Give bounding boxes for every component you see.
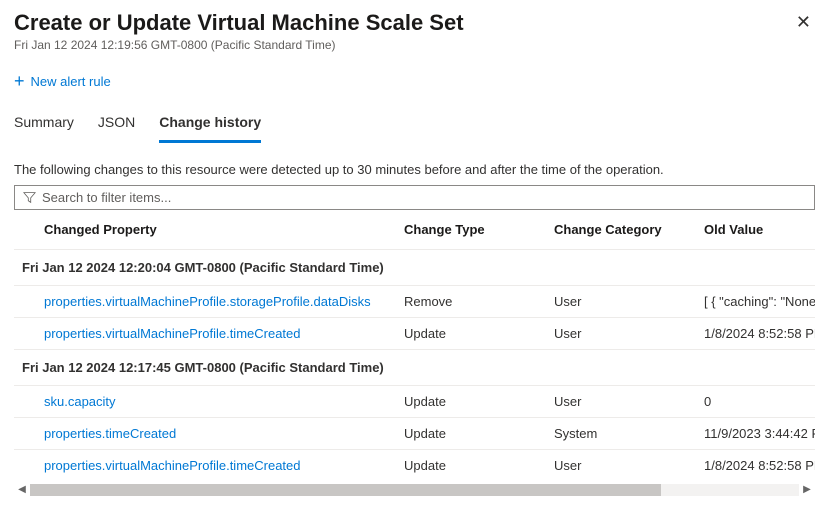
scrollbar-track[interactable] (30, 484, 799, 496)
change-type-cell: Update (404, 386, 554, 418)
header-timestamp: Fri Jan 12 2024 12:19:56 GMT-0800 (Pacif… (14, 38, 464, 52)
property-link[interactable]: properties.timeCreated (44, 426, 176, 441)
group-timestamp: Fri Jan 12 2024 12:20:04 GMT-0800 (Pacif… (14, 250, 815, 286)
change-category-cell: System (554, 418, 704, 450)
scrollbar-thumb[interactable] (30, 484, 661, 496)
change-type-cell: Update (404, 450, 554, 482)
change-category-cell: User (554, 318, 704, 350)
tab-bar: Summary JSON Change history (14, 108, 815, 144)
close-icon[interactable]: ✕ (792, 10, 815, 35)
old-value-cell: 1/8/2024 8:52:58 PM (704, 450, 815, 482)
filter-icon (23, 191, 36, 204)
property-link[interactable]: properties.virtualMachineProfile.timeCre… (44, 458, 301, 473)
plus-icon: + (14, 72, 25, 90)
property-link[interactable]: properties.virtualMachineProfile.storage… (44, 294, 371, 309)
table-row[interactable]: properties.virtualMachineProfile.timeCre… (14, 318, 815, 350)
old-value-cell: [ { "caching": "None", (704, 286, 815, 318)
search-input[interactable] (42, 190, 806, 205)
changes-table-wrapper[interactable]: Changed Property Change Type Change Cate… (14, 210, 815, 482)
tab-json[interactable]: JSON (98, 108, 135, 143)
change-type-cell: Remove (404, 286, 554, 318)
table-row[interactable]: properties.virtualMachineProfile.timeCre… (14, 450, 815, 482)
col-change-category[interactable]: Change Category (554, 210, 704, 250)
property-link[interactable]: sku.capacity (44, 394, 116, 409)
new-alert-rule-label: New alert rule (31, 74, 111, 89)
new-alert-rule-button[interactable]: + New alert rule (14, 72, 815, 90)
change-category-cell: User (554, 286, 704, 318)
table-row[interactable]: properties.virtualMachineProfile.storage… (14, 286, 815, 318)
page-title: Create or Update Virtual Machine Scale S… (14, 10, 464, 36)
change-category-cell: User (554, 386, 704, 418)
scroll-left-icon[interactable]: ◀ (14, 482, 30, 498)
old-value-cell: 0 (704, 386, 815, 418)
table-row[interactable]: sku.capacity Update User 0 (14, 386, 815, 418)
property-link[interactable]: properties.virtualMachineProfile.timeCre… (44, 326, 301, 341)
table-row[interactable]: properties.timeCreated Update System 11/… (14, 418, 815, 450)
scroll-right-icon[interactable]: ▶ (799, 482, 815, 498)
tab-change-history[interactable]: Change history (159, 108, 261, 143)
tab-summary[interactable]: Summary (14, 108, 74, 143)
col-change-type[interactable]: Change Type (404, 210, 554, 250)
horizontal-scrollbar[interactable]: ◀ ▶ (14, 482, 815, 498)
group-timestamp: Fri Jan 12 2024 12:17:45 GMT-0800 (Pacif… (14, 350, 815, 386)
change-type-cell: Update (404, 318, 554, 350)
col-old-value[interactable]: Old Value (704, 210, 815, 250)
description-text: The following changes to this resource w… (14, 162, 815, 177)
changes-table: Changed Property Change Type Change Cate… (14, 210, 815, 481)
old-value-cell: 1/8/2024 8:52:58 PM (704, 318, 815, 350)
change-type-cell: Update (404, 418, 554, 450)
search-box[interactable] (14, 185, 815, 210)
old-value-cell: 11/9/2023 3:44:42 PM (704, 418, 815, 450)
change-category-cell: User (554, 450, 704, 482)
col-changed-property[interactable]: Changed Property (14, 210, 404, 250)
